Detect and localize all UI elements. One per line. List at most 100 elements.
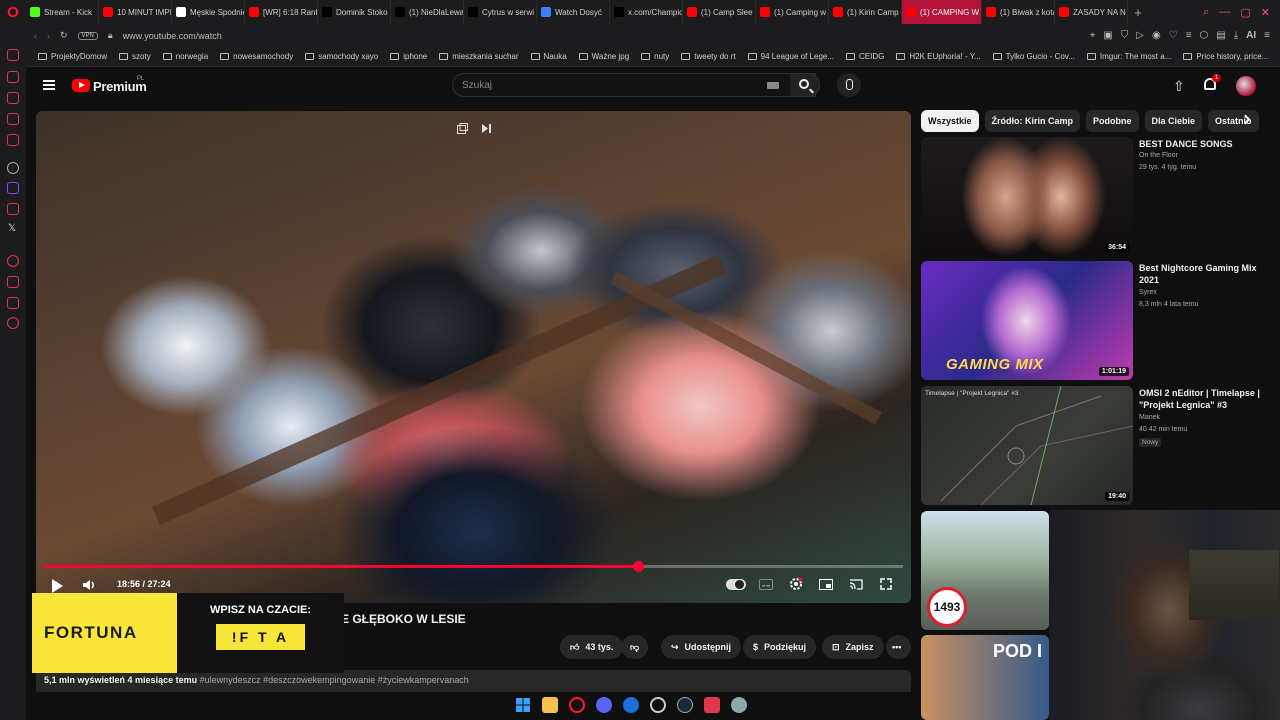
download-icon[interactable]: ⤓ [1234,30,1238,41]
bookmark-item[interactable]: Price history, price... [1177,52,1274,61]
search-button[interactable] [790,73,820,97]
autoplay-toggle[interactable] [726,579,746,590]
chip-recent[interactable]: Ostatnio [1208,110,1259,132]
history-icon[interactable] [7,255,19,267]
settings-taskbar-icon[interactable] [731,697,747,713]
share-button[interactable]: ↪ Udostępnij [661,635,742,659]
x-icon[interactable]: 𝕏 [8,223,16,234]
chrome-icon[interactable] [650,697,666,713]
rec-channel[interactable]: Manek [1139,414,1160,421]
whatsapp-icon[interactable] [7,71,19,83]
chip-all[interactable]: Wszystkie [921,110,979,132]
browser-tab[interactable]: [WR] 6:18 Ranke [245,0,318,24]
browser-tab[interactable]: (1) NieDlaLewak [391,0,464,24]
back-icon[interactable]: ‹ [34,31,37,41]
video-thumbnail[interactable]: 1493 [921,511,1049,630]
fullscreen-icon[interactable] [877,576,895,592]
upload-icon[interactable]: ⇧ [1173,78,1185,95]
chip-source[interactable]: Źródło: Kirin Camp [984,110,1081,132]
video-thumbnail[interactable]: 36:54 [921,137,1133,256]
thanks-button[interactable]: $ Podziękuj [743,635,817,659]
opera-logo-icon[interactable]: O [0,0,26,24]
play-icon[interactable]: ▷ [1136,30,1144,41]
browser-tab[interactable]: ZASADY NA N [1055,0,1128,24]
vpn-badge[interactable]: VPN [77,31,98,40]
account-avatar[interactable] [1236,76,1256,96]
progress-bar[interactable] [44,561,903,572]
video-thumbnail[interactable]: Timelapse | "Projekt Legnica" #3 19:40 [921,386,1133,505]
bookmark-item[interactable]: tweety do rt [675,52,741,61]
keyboard-icon[interactable] [767,82,779,89]
description-box[interactable]: 5,1 mln wyświetleń 4 miesiące temu #ulew… [36,670,911,692]
shield-icon[interactable]: ⛉ [1121,30,1129,41]
heart-icon[interactable]: ♡ [1169,30,1178,41]
messenger-icon[interactable] [7,49,19,61]
rec-title[interactable]: BEST DANCE SONGS [1139,138,1264,150]
subtitles-button[interactable] [757,576,775,592]
like-button[interactable]: 👍︎ 43 tys. [560,635,624,659]
camera-icon[interactable]: ◉ [1152,30,1161,41]
next-video-icon[interactable] [481,123,492,134]
hashtags[interactable]: #ulewnydeszcz #deszczowekempingowanie #ż… [200,675,469,685]
windows-start-icon[interactable] [515,697,531,713]
app-icon[interactable] [704,697,720,713]
browser-tab[interactable]: x.com/Champion [610,0,683,24]
rec-channel[interactable]: On the Floor [1139,152,1178,159]
browser-tab[interactable]: Watch Dosyć [537,0,610,24]
browser-tab[interactable]: (1) Camp Slee [683,0,756,24]
bookmark-item[interactable]: Nauka [525,52,573,61]
music-icon[interactable] [7,113,19,125]
rec-title[interactable]: OMSI 2 nEditor | Timelapse | "Projekt Le… [1139,387,1264,411]
games-icon[interactable] [7,134,19,146]
browser-tab[interactable]: (1) CAMPING W ULE [902,0,982,24]
volume-icon[interactable] [82,578,96,592]
new-tab-button[interactable]: + [1128,5,1148,20]
twitch-icon[interactable] [7,182,19,194]
snapshot-icon[interactable]: ▣ [1103,30,1112,41]
ai-icon[interactable] [7,203,19,215]
more-menu-icon[interactable]: ≡ [1264,30,1270,41]
bookmark-item[interactable]: mieszkania suchar [433,52,524,61]
discord-icon[interactable] [596,697,612,713]
forward-icon[interactable]: › [47,31,50,41]
rec-channel[interactable]: Syrex [1139,289,1157,296]
ai-button[interactable]: AI [1246,30,1256,41]
voice-search-button[interactable] [837,73,861,97]
browser-tab[interactable]: Cytrus w serwi [464,0,537,24]
reload-icon[interactable]: ↻ [60,30,68,41]
chip-similar[interactable]: Podobne [1086,110,1139,132]
browser-tab[interactable]: Męskie Spodnie [172,0,245,24]
browser-tab[interactable]: 10 MINUT IMPR [99,0,172,24]
dislike-button[interactable]: 👎︎ [621,635,649,659]
youtube-logo-icon[interactable] [72,79,90,92]
video-player[interactable]: 18:56 / 27:24 [36,111,911,603]
file-explorer-icon[interactable] [542,697,558,713]
wallet-icon[interactable]: ▤ [1216,30,1225,41]
miniplayer-button[interactable] [817,576,835,592]
bookmark-item[interactable]: Tylko Gucio - Cov... [987,52,1081,61]
bookmark-item[interactable]: ProjektyDomow [32,52,113,61]
instagram-icon[interactable] [7,92,19,104]
save-button[interactable]: ⊡ Zapisz [822,635,884,659]
maximize-button[interactable]: ▢ [1240,6,1250,19]
play-button[interactable] [52,579,63,593]
browser-tab[interactable]: (1) Kirin Camp [829,0,902,24]
bookmark-item[interactable]: iphone [384,52,433,61]
miniplayer-icon[interactable] [457,123,468,134]
settings-gear-icon[interactable] [787,576,805,592]
browser-tab[interactable]: (1) Biwak z kota [982,0,1055,24]
minimize-button[interactable]: — [1219,6,1230,19]
browser-tab[interactable]: Stream - Kick [26,0,99,24]
video-thumbnail[interactable]: GAMING MIX 1:01:19 [921,261,1133,380]
browser-tab[interactable]: Dominik Stoko [318,0,391,24]
rec-title[interactable]: Best Nightcore Gaming Mix 2021 [1139,262,1264,286]
bookmarks-icon[interactable] [7,297,19,309]
hamburger-menu-icon[interactable] [43,80,55,90]
chip-for-you[interactable]: Dla Ciebie [1144,110,1203,132]
flow-icon[interactable] [7,276,19,288]
pin-icon[interactable]: ⌖ [1090,30,1096,41]
search-input[interactable]: Szukaj [452,73,816,97]
chatgpt-icon[interactable] [7,162,19,174]
messenger-taskbar-icon[interactable] [623,697,639,713]
steam-icon[interactable] [677,697,693,713]
